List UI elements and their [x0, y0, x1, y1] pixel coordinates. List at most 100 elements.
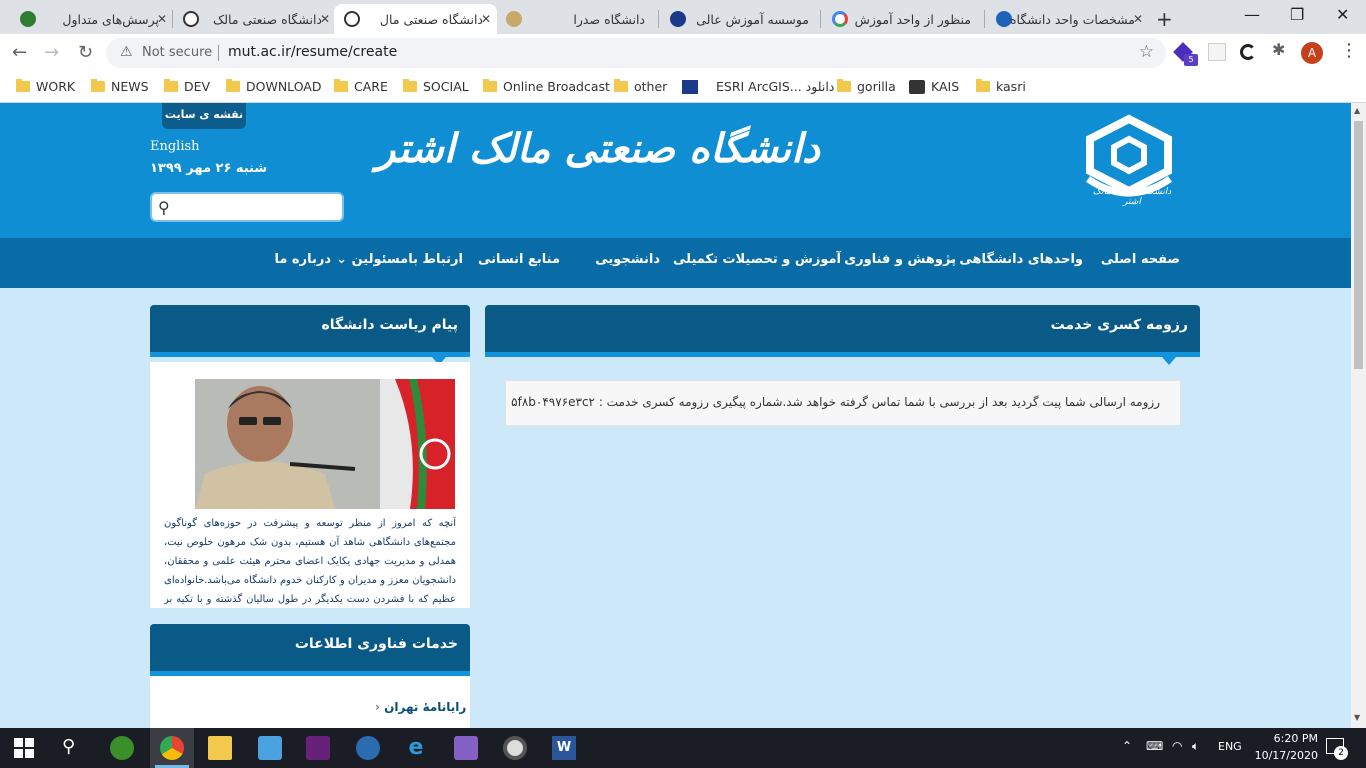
nav-students[interactable]: دانشجویی	[595, 252, 660, 267]
site-favicon-icon	[670, 11, 686, 27]
close-icon[interactable]: ✕	[157, 12, 167, 26]
current-date: شنبه ۲۶ مهر ۱۳۹۹	[150, 161, 268, 176]
nav-education[interactable]: آموزش و تحصیلات تکمیلی	[673, 252, 841, 267]
minimize-button[interactable]: —	[1244, 5, 1260, 24]
keyboard-icon[interactable]: ⌨	[1146, 739, 1163, 753]
puzzle-icon[interactable]: ✱	[1272, 40, 1290, 59]
clock-time[interactable]: 6:20 PM	[1258, 732, 1318, 745]
bookmark-online-broadcast[interactable]: Online Broadcast	[483, 79, 610, 94]
scroll-thumb[interactable]	[1354, 121, 1363, 369]
tab-title: دانشگاه صنعتی مال	[379, 11, 483, 27]
clock-date[interactable]: 10/17/2020	[1242, 749, 1318, 762]
nav-home[interactable]: صفحه اصلی	[1101, 252, 1180, 267]
tab[interactable]: مشخصات واحد دانشگاه ✕	[986, 4, 1149, 34]
panel-accent	[485, 352, 1200, 357]
search-input[interactable]: ⚲	[150, 192, 344, 222]
app-icon[interactable]	[258, 736, 282, 760]
bookmark-label: other	[634, 79, 668, 94]
nav-research[interactable]: پژوهش و فناوری	[844, 252, 956, 267]
tab[interactable]: منظور از واحد آموزش	[822, 4, 985, 34]
bookmark-label: SOCIAL	[423, 79, 469, 94]
bookmark-social[interactable]: SOCIAL	[403, 79, 469, 94]
windows-start-icon[interactable]	[14, 738, 34, 758]
close-window-button[interactable]: ✕	[1336, 5, 1349, 24]
nav-about[interactable]: درباره ما	[274, 252, 331, 267]
address-bar[interactable]: ⚠ Not secure mut.ac.ir/resume/create ☆	[106, 38, 1166, 68]
bookmark-label: DOWNLOAD	[246, 79, 322, 94]
bookmark-label: ESRI ArcGIS... دانلود	[716, 79, 835, 94]
security-label[interactable]: Not secure	[142, 45, 212, 60]
close-icon[interactable]: ✕	[481, 12, 491, 26]
wifi-icon[interactable]: ◠	[1172, 739, 1182, 753]
url-text[interactable]: mut.ac.ir/resume/create	[228, 44, 397, 60]
bookmark-kais[interactable]: KAIS	[909, 79, 959, 94]
media-icon[interactable]	[503, 736, 527, 760]
file-explorer-icon[interactable]	[208, 736, 232, 760]
extension-icon[interactable]	[1208, 43, 1226, 61]
bookmark-label: Online Broadcast	[503, 79, 610, 94]
tab-active[interactable]: دانشگاه صنعتی مال ✕	[334, 4, 497, 34]
chrome-icon[interactable]	[160, 736, 184, 760]
browser-toolbar: ← → ↻ ⚠ Not secure mut.ac.ir/resume/crea…	[0, 34, 1366, 72]
nav-contact[interactable]: ارتباط بامسئولین ⌄	[336, 252, 463, 267]
tab[interactable]: موسسه آموزش عالی	[660, 4, 823, 34]
close-icon[interactable]: ✕	[1133, 12, 1143, 26]
word-icon[interactable]: W	[552, 736, 576, 760]
search-icon[interactable]: ⚲	[158, 198, 170, 217]
bookmark-news[interactable]: NEWS	[91, 79, 149, 94]
back-arrow-icon[interactable]: ←	[12, 42, 27, 63]
page-scrollbar[interactable]: ▲ ▼	[1351, 103, 1366, 728]
folder-icon	[403, 79, 417, 92]
bookmark-care[interactable]: CARE	[334, 79, 388, 94]
new-tab-button[interactable]: +	[1156, 7, 1173, 31]
tab[interactable]: دانشگاه صنعتی مالک ✕	[173, 4, 336, 34]
tehran-email-link[interactable]: رایانامهٔ تهران ‹	[375, 700, 466, 714]
bookmark-other[interactable]: other	[614, 79, 667, 94]
bookmark-gorilla[interactable]: gorilla	[837, 79, 896, 94]
bookmark-kasri[interactable]: kasri	[976, 79, 1026, 94]
scroll-down-icon[interactable]: ▼	[1354, 713, 1360, 722]
sitemap-link[interactable]: نقشه ی سایت	[162, 103, 246, 129]
restore-button[interactable]: ❐	[1290, 5, 1304, 24]
president-photo[interactable]	[195, 379, 455, 509]
bookmark-esri[interactable]: ESRI ArcGIS... دانلود	[682, 79, 834, 94]
extension-icon[interactable]	[1240, 44, 1256, 60]
bookmark-download[interactable]: DOWNLOAD	[226, 79, 322, 94]
panel-title: پیام ریاست دانشگاه	[321, 317, 458, 333]
profile-avatar[interactable]: A	[1301, 42, 1323, 64]
panel-pointer	[1162, 357, 1176, 365]
app-icon[interactable]	[110, 736, 134, 760]
nav-label: ارتباط بامسئولین	[351, 252, 463, 267]
chevron-up-icon[interactable]: ⌃	[1122, 739, 1132, 753]
globe-icon[interactable]	[356, 736, 380, 760]
nav-units[interactable]: واحدهای دانشگاهی ⌄	[944, 252, 1083, 267]
tab-strip: پرسش‌های متداول ✕ دانشگاه صنعتی مالک ✕ د…	[0, 0, 1366, 34]
english-link[interactable]: English	[150, 139, 200, 154]
main-navigation: صفحه اصلی واحدهای دانشگاهی ⌄ پژوهش و فنا…	[0, 238, 1351, 288]
volume-icon[interactable]: 🔈︎	[1192, 739, 1199, 754]
close-icon[interactable]: ✕	[320, 12, 330, 26]
forward-arrow-icon[interactable]: →	[44, 42, 59, 63]
site-favicon-icon	[344, 11, 360, 27]
bookmark-label: gorilla	[857, 79, 896, 94]
bookmark-star-icon[interactable]: ☆	[1139, 42, 1154, 62]
panel-title: خدمات فناوری اطلاعات	[294, 636, 458, 652]
tab[interactable]: دانشگاه صدرا	[496, 4, 659, 34]
menu-dots-icon[interactable]: ⋮	[1340, 40, 1358, 61]
bookmark-dev[interactable]: DEV	[164, 79, 210, 94]
scroll-up-icon[interactable]: ▲	[1354, 106, 1360, 115]
chevron-left-icon: ‹	[375, 700, 380, 714]
language-indicator[interactable]: ENG	[1218, 740, 1242, 753]
bookmark-work[interactable]: WORK	[16, 79, 75, 94]
visual-studio-icon[interactable]	[306, 736, 330, 760]
warning-icon[interactable]: ⚠	[120, 44, 133, 60]
it-services-panel-header: خدمات فناوری اطلاعات	[150, 624, 470, 684]
search-icon[interactable]: ⚲	[62, 736, 75, 757]
nav-human-resources[interactable]: منابع انسانی	[478, 252, 560, 267]
tab[interactable]: پرسش‌های متداول ✕	[10, 4, 173, 34]
president-panel-body: آنچه که امروز از منظر توسعه و پیشرفت در …	[150, 362, 470, 608]
internet-explorer-icon[interactable]: e	[404, 736, 428, 760]
reload-icon[interactable]: ↻	[78, 42, 93, 63]
tab-separator	[984, 10, 985, 28]
visual-studio-icon[interactable]	[454, 736, 478, 760]
